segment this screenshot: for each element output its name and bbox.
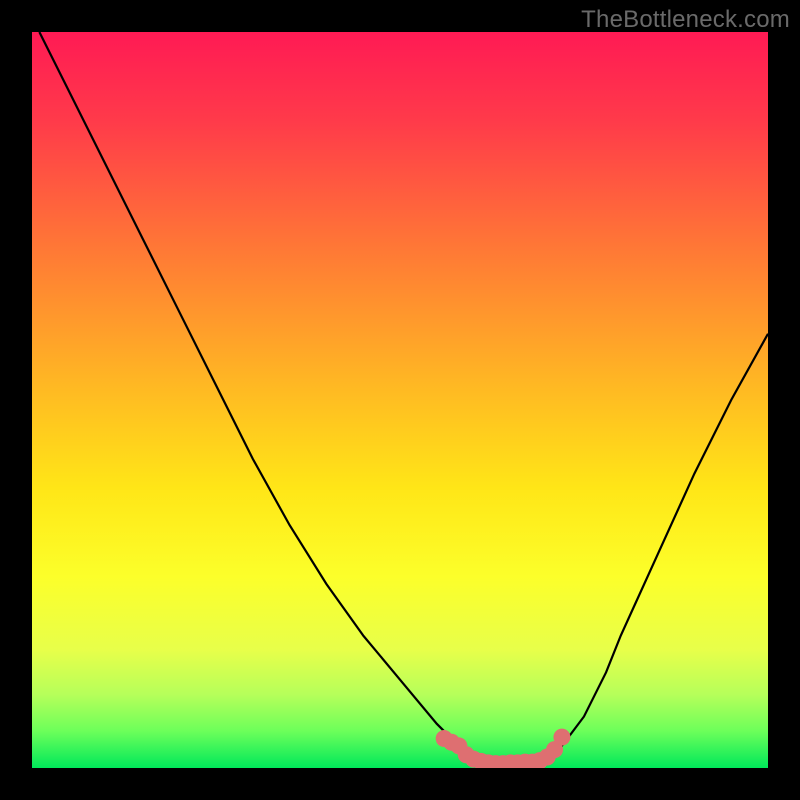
bottleneck-chart [32, 32, 768, 768]
plot-area [32, 32, 768, 768]
chart-frame: TheBottleneck.com [0, 0, 800, 800]
gradient-background [32, 32, 768, 768]
watermark-text: TheBottleneck.com [581, 6, 790, 34]
sweet-spot-marker [553, 729, 570, 746]
